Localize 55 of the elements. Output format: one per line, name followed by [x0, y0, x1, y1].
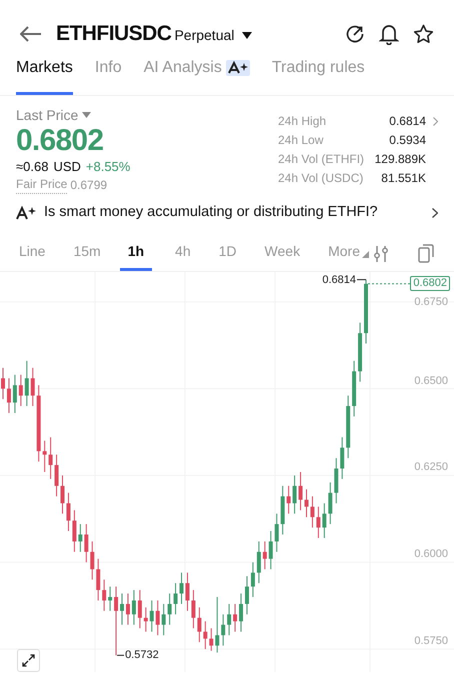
fair-price-value: 0.6799 — [70, 176, 108, 194]
stat-value: 0.6814 — [389, 113, 426, 130]
current-price-tag: 0.6802 — [410, 276, 450, 291]
tab[interactable]: Info — [94, 56, 122, 95]
price-axis-label: 0.6250 — [414, 461, 448, 474]
price-change: +8.55% — [86, 158, 130, 176]
stat-value: 0.5934 — [389, 132, 426, 149]
high-price-marker: 0.6814 — [322, 274, 356, 286]
leader-line — [356, 279, 366, 280]
bell-icon[interactable] — [379, 23, 399, 45]
tab[interactable]: AI Analysis — [144, 56, 250, 95]
symbol-title: ETHFIUSDC — [56, 21, 172, 48]
price-axis-label: 0.6750 — [414, 296, 448, 308]
interval-tab[interactable]: 4h — [174, 241, 192, 271]
low-price-marker: 0.5732 — [125, 649, 159, 662]
last-price: 0.6802 — [16, 124, 104, 158]
corner-caret-icon — [362, 250, 369, 258]
stat-value: 129.889K — [374, 151, 426, 168]
interval-tab[interactable]: 1D — [218, 241, 238, 271]
share-icon[interactable] — [345, 24, 365, 44]
leader-line — [116, 654, 125, 656]
expand-icon — [22, 654, 35, 667]
usd-price: ≈0.68 — [16, 158, 48, 176]
stat-label: 24h Vol (USDC) — [278, 170, 364, 187]
back-icon[interactable] — [20, 26, 42, 42]
tab[interactable]: Trading rules — [272, 56, 365, 95]
price-axis-label: 0.5750 — [414, 635, 448, 648]
ai-sparkle-icon — [16, 206, 36, 220]
interval-tab[interactable]: More — [327, 241, 370, 271]
last-price-dropdown[interactable]: Last Price — [16, 106, 256, 124]
ai-question-text: Is smart money accumulating or distributing ETHFI? — [44, 203, 379, 222]
stat-label: 24h High — [278, 113, 328, 130]
stat-label: 24h Low — [278, 132, 324, 149]
copy-icon[interactable] — [418, 244, 434, 263]
tab[interactable]: Markets — [16, 56, 73, 95]
interval-tab[interactable]: 1h — [120, 241, 152, 271]
settings-sliders-icon[interactable] — [374, 245, 388, 263]
interval-tab[interactable]: Week — [264, 241, 302, 271]
interval-tab[interactable]: Line — [18, 241, 46, 271]
currency-label: USD — [53, 158, 81, 176]
star-icon[interactable] — [413, 24, 434, 44]
ai-sparkle-icon — [226, 60, 250, 76]
caret-icon — [82, 112, 92, 118]
price-axis-label: 0.6000 — [414, 548, 448, 560]
stat-value: 81.551K — [381, 170, 426, 187]
contract-dropdown[interactable]: Perpetual — [174, 24, 252, 46]
ai-question-row[interactable]: Is smart money accumulating or distributing ETHFI? — [0, 196, 454, 230]
price-axis-label: 0.6500 — [414, 374, 448, 387]
chevron-right-icon[interactable] — [433, 116, 438, 126]
fullscreen-button[interactable] — [17, 649, 40, 672]
chevron-right-icon — [432, 208, 438, 218]
stat-label: 24h Vol (ETHFI) — [278, 151, 366, 168]
interval-tab[interactable]: 15m — [72, 241, 102, 271]
caret-icon — [242, 32, 252, 38]
fair-price-label: Fair Price — [16, 175, 68, 194]
